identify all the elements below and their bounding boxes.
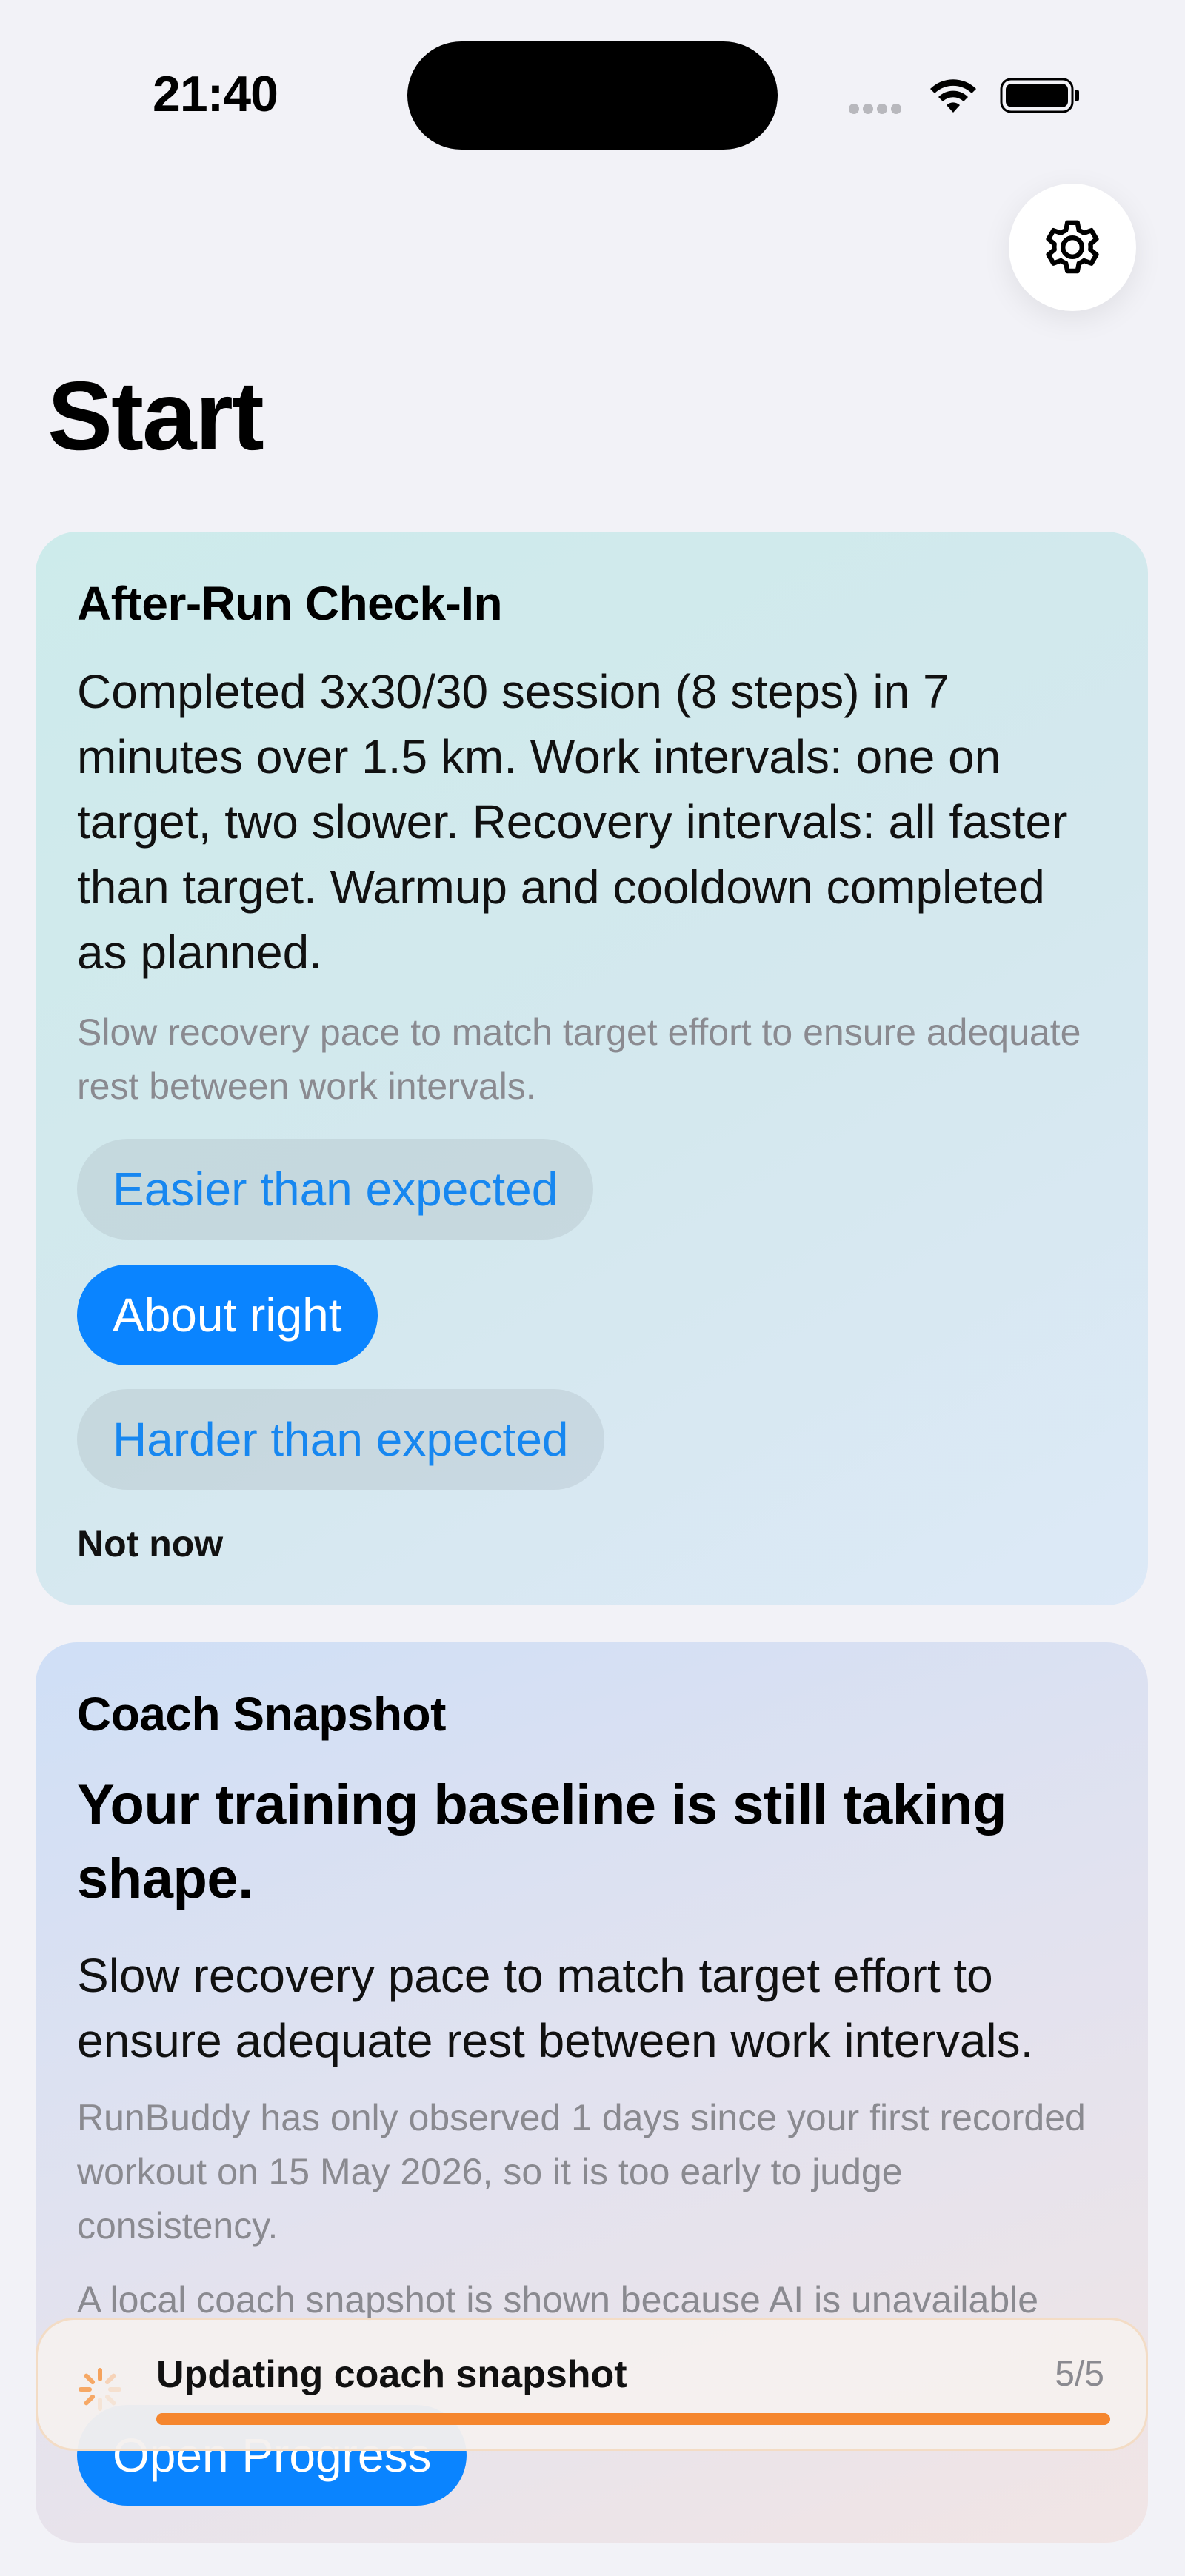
gear-icon	[1046, 220, 1099, 274]
status-bar: 21:40	[0, 0, 1185, 178]
toast-count: 5/5	[1055, 2355, 1104, 2394]
not-now-button[interactable]: Not now	[77, 1522, 223, 1565]
wifi-icon	[930, 79, 976, 113]
progress-bar	[156, 2413, 1110, 2425]
checkin-summary: Completed 3x30/30 session (8 steps) in 7…	[77, 665, 1068, 979]
snapshot-advice: Slow recovery pace to match target effor…	[77, 1949, 1034, 2067]
toast-label: Updating coach snapshot	[156, 2353, 627, 2396]
battery-icon	[1000, 78, 1079, 113]
after-run-checkin-card: After-Run Check-In Completed 3x30/30 ses…	[36, 532, 1148, 1605]
checkin-heading: After-Run Check-In	[77, 577, 503, 630]
settings-button[interactable]	[1009, 184, 1136, 311]
progress-bar-fill	[156, 2413, 1110, 2425]
about-right-button[interactable]: About right	[77, 1265, 378, 1365]
harder-than-expected-button[interactable]: Harder than expected	[77, 1389, 604, 1490]
spinner-icon	[79, 2368, 121, 2411]
page-title: Start	[47, 361, 264, 470]
start-screen: 21:40 Start After-Run Check-In Completed…	[0, 0, 1185, 2576]
cellular-signal-icon	[849, 104, 908, 114]
easier-than-expected-button[interactable]: Easier than expected	[77, 1139, 594, 1240]
snapshot-headline: Your training baseline is still taking s…	[77, 1773, 1007, 1910]
checkin-hint: Slow recovery pace to match target effor…	[77, 1011, 1081, 1107]
update-progress-toast: Updating coach snapshot 5/5	[36, 2318, 1148, 2451]
status-time: 21:40	[153, 66, 278, 122]
snapshot-heading: Coach Snapshot	[77, 1687, 446, 1741]
snapshot-detail: RunBuddy has only observed 1 days since …	[77, 2097, 1086, 2247]
dynamic-island	[407, 41, 778, 150]
